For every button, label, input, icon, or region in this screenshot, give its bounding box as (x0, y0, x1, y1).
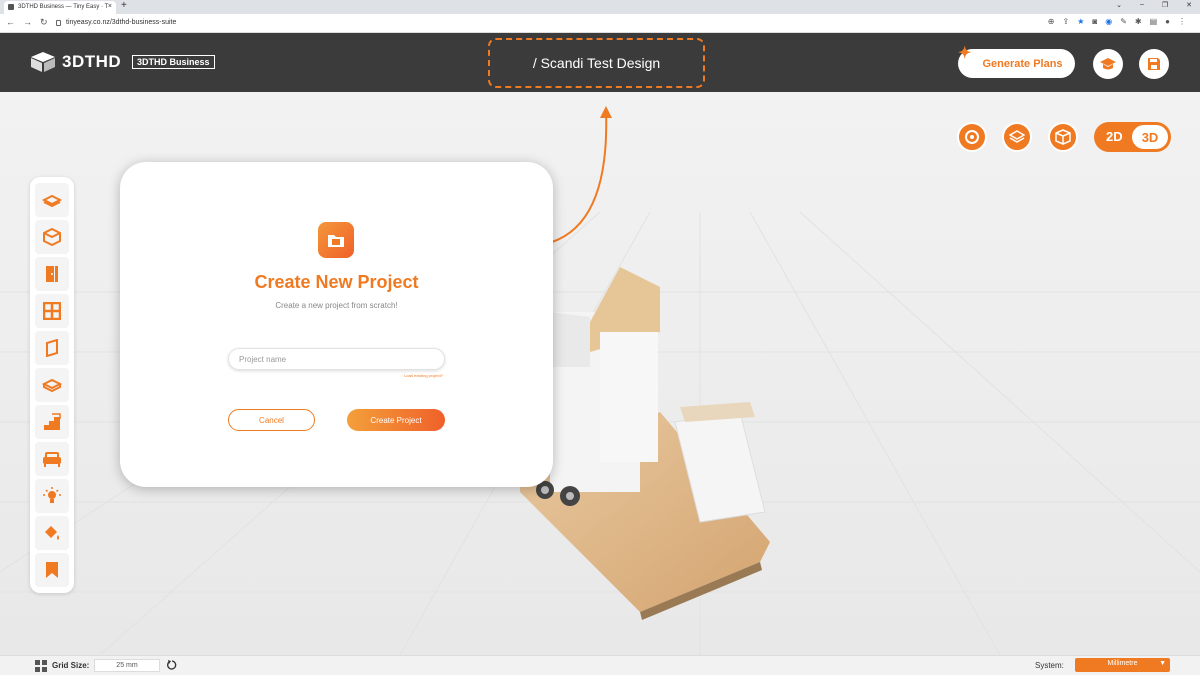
create-project-modal: Create New Project Create a new project … (120, 162, 553, 487)
reload-icon[interactable]: ↻ (40, 17, 48, 28)
forward-icon[interactable]: → (23, 17, 32, 28)
grid-icon (35, 660, 47, 672)
puzzle-icon[interactable]: ✱ (1135, 17, 1142, 26)
sidebar-item-floor[interactable] (35, 183, 69, 217)
sidebar-item-paint[interactable] (35, 516, 69, 550)
tool-sidebar (30, 177, 74, 593)
share-icon[interactable]: ⇪ (1062, 17, 1069, 26)
sidepanel-icon[interactable]: ▤ (1150, 17, 1158, 26)
chevron-down-icon[interactable]: ⌄ (1116, 1, 1122, 9)
toggle-3d[interactable]: 3D (1132, 125, 1168, 149)
tab-close-icon[interactable]: × (108, 3, 112, 10)
window-controls: ⌄ – ❐ ✕ (1116, 1, 1192, 9)
dropdown-caret-icon: ▼ (1159, 660, 1166, 667)
project-title-text: / Scandi Test Design (532, 55, 661, 71)
browser-extensions: ⊕ ⇪ ★ ◙ ◉ ✎ ✱ ▤ ● ⋮ (1048, 17, 1186, 26)
measure-button[interactable] (957, 122, 987, 152)
walls-icon (43, 228, 61, 246)
browser-tab-bar: 3DTHD Business — Tiny Easy · T × + ⌄ – ❐… (0, 0, 1200, 14)
sidebar-item-furniture[interactable] (35, 442, 69, 476)
tutorial-button[interactable] (1093, 49, 1123, 79)
tab-title: 3DTHD Business — Tiny Easy · T (18, 4, 109, 10)
reset-icon[interactable] (166, 659, 178, 671)
brand-name: 3DTHD (62, 52, 122, 71)
extension-icon[interactable]: ◉ (1105, 17, 1112, 26)
pen-icon[interactable]: ✎ (1120, 17, 1127, 26)
bookmark-icon (46, 562, 58, 578)
cladding-icon (46, 339, 58, 357)
browser-tab[interactable]: 3DTHD Business — Tiny Easy · T × (4, 1, 116, 14)
save-icon (1148, 58, 1160, 70)
tape-measure-icon (965, 130, 979, 144)
minimize-icon[interactable]: – (1140, 1, 1144, 9)
project-title[interactable]: / Scandi Test Design (488, 38, 705, 88)
window-icon (43, 302, 61, 320)
graduation-cap-icon (1100, 58, 1116, 70)
star-icon[interactable]: ★ (1077, 17, 1084, 26)
sparkle-icon: ✦ (958, 45, 972, 62)
restore-icon[interactable]: ❐ (1162, 1, 1168, 9)
cube-logo-icon (31, 52, 55, 72)
grid-size-input[interactable] (94, 659, 160, 672)
sidebar-item-cladding[interactable] (35, 331, 69, 365)
sidebar-item-stairs[interactable] (35, 405, 69, 439)
menu-icon[interactable]: ⋮ (1178, 17, 1186, 26)
sidebar-item-bookmarks[interactable] (35, 553, 69, 587)
sidebar-item-lighting[interactable] (35, 479, 69, 513)
lock-icon (56, 20, 61, 26)
close-icon[interactable]: ✕ (1186, 1, 1192, 9)
system-select[interactable]: Millimetre ▼ (1075, 658, 1170, 672)
back-icon[interactable]: ← (6, 17, 15, 28)
floor-icon (42, 194, 62, 208)
new-tab-icon[interactable]: + (121, 0, 127, 11)
modal-title: Create New Project (254, 272, 419, 292)
system-value: Millimetre (1107, 660, 1138, 667)
lighting-icon (43, 487, 61, 503)
url-text: tinyeasy.co.nz/3dthd-business-suite (66, 19, 177, 26)
project-name-input[interactable] (228, 348, 445, 370)
sidebar-item-doors[interactable] (35, 257, 69, 291)
app-header: 3DTHD 3DTHD Business / Scandi Test Desig… (0, 33, 1200, 92)
roof-icon (42, 378, 62, 393)
sidebar-item-roof[interactable] (35, 368, 69, 402)
logo[interactable]: 3DTHD (30, 51, 121, 73)
system-label: System: (1035, 661, 1064, 670)
view-cube-button[interactable] (1048, 122, 1078, 152)
save-button[interactable] (1139, 49, 1169, 79)
stairs-icon (44, 413, 61, 430)
folder-icon (318, 222, 354, 258)
load-existing-link[interactable]: Load existing project? (404, 373, 443, 378)
toggle-2d[interactable]: 2D (1106, 129, 1123, 144)
profile-icon[interactable]: ● (1165, 17, 1170, 26)
favicon-icon (8, 4, 14, 10)
modal-subtitle: Create a new project from scratch! (275, 301, 398, 310)
grid-size-label: Grid Size: (52, 661, 90, 670)
door-icon (46, 266, 58, 282)
furniture-icon (43, 452, 61, 467)
sidebar-item-windows[interactable] (35, 294, 69, 328)
create-project-button[interactable]: Create Project (347, 409, 445, 431)
floor-view-icon (1009, 130, 1025, 143)
generate-plans-button[interactable]: ✦ Generate Plans (958, 45, 1075, 78)
zoom-icon[interactable]: ⊕ (1048, 17, 1055, 26)
view-mode-toggle[interactable]: 2D 3D (1094, 122, 1171, 152)
address-bar: ← → ↻ tinyeasy.co.nz/3dthd-business-suit… (0, 14, 1200, 33)
url-field[interactable]: tinyeasy.co.nz/3dthd-business-suite (52, 17, 1052, 30)
generate-plans-label: Generate Plans (982, 57, 1063, 70)
cube-view-icon (1055, 129, 1071, 145)
camera-icon[interactable]: ◙ (1092, 17, 1097, 26)
cancel-button[interactable]: Cancel (228, 409, 315, 431)
sidebar-item-walls[interactable] (35, 220, 69, 254)
paint-icon (45, 526, 59, 540)
view-floor-button[interactable] (1002, 122, 1032, 152)
business-tag: 3DTHD Business (132, 55, 215, 69)
status-bar: Grid Size: System: Millimetre ▼ (0, 655, 1200, 675)
